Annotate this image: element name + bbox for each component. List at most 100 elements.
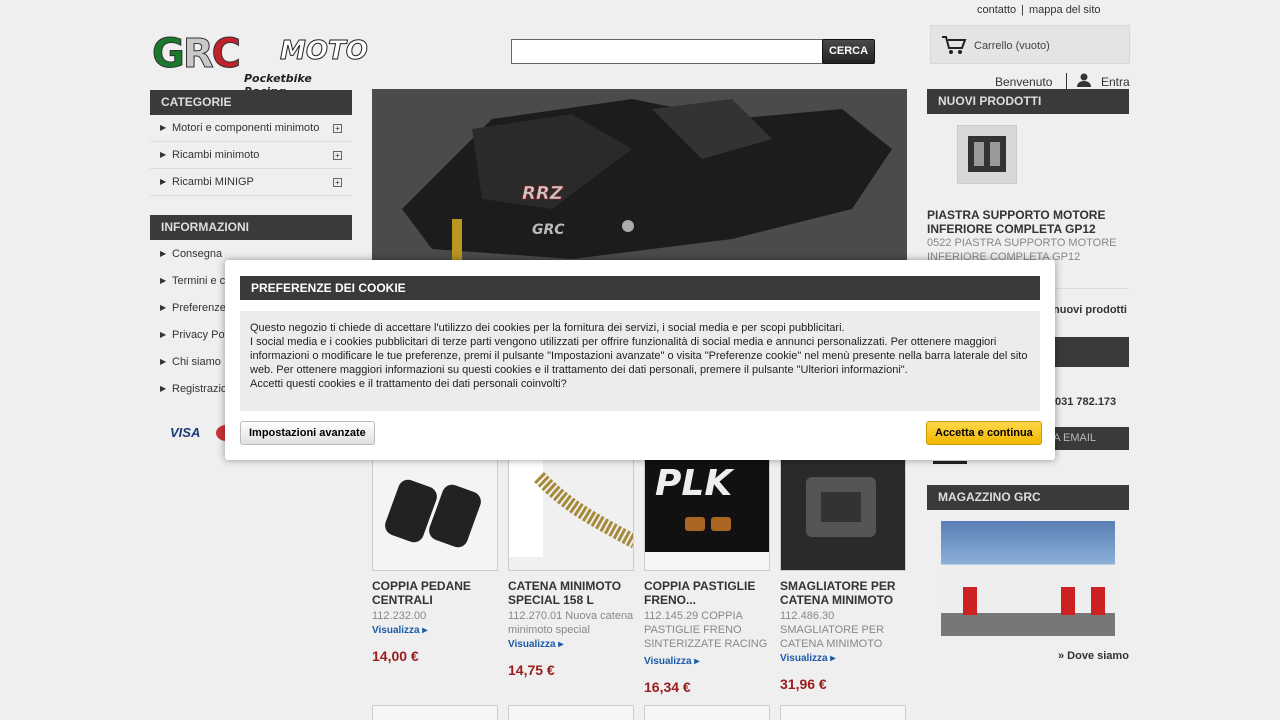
info-label: Privacy Po [172,329,225,341]
sitemap-link[interactable]: mappa del sito [1029,4,1101,16]
category-label: Motori e componenti minimoto [172,122,320,134]
product-name[interactable]: COPPIA PEDANE CENTRALI [372,579,498,607]
product-description: 112.145.29 COPPIA PASTIGLIE FRENO SINTER… [644,610,768,650]
warehouse-title: MAGAZZINO GRC [927,485,1129,510]
cart-block[interactable]: Carrello (vuoto) [930,25,1130,64]
door-shape [963,587,977,615]
info-label: Chi siamo [172,356,221,368]
arrow-right-icon: ▸ [558,639,564,650]
all-new-products-link[interactable]: nuovi prodotti [1053,304,1127,316]
arrow-right-icon: ▶ [160,276,167,285]
cookie-modal: PREFERENZE DEI COOKIE Questo negozio ti … [225,260,1055,460]
product-image[interactable] [372,446,498,571]
cookie-text: Accetti questi cookies e il trattamento … [250,378,567,390]
chain-image [509,447,633,570]
category-label: Ricambi minimoto [172,149,260,161]
info-label: Termini e c [172,275,226,287]
product-image[interactable]: PLK [644,446,770,571]
warehouse-image[interactable] [941,521,1115,636]
arrow-right-icon: ▸ [422,625,428,636]
cookie-modal-title: PREFERENZE DEI COOKIE [240,276,1040,300]
arrow-right-icon: ▸ [830,653,836,664]
category-item[interactable]: ▶ Ricambi minimoto + [150,142,352,169]
cart-icon [941,35,967,60]
arrow-right-icon: ▸ [694,656,700,667]
category-item[interactable]: ▶ Motori e componenti minimoto + [150,115,352,142]
arrow-right-icon: ▶ [160,303,167,312]
expand-icon[interactable]: + [333,178,342,187]
advanced-settings-button[interactable]: Impostazioni avanzate [240,421,375,445]
info-title: INFORMAZIONI [150,215,352,240]
categories-title: CATEGORIE [150,90,352,115]
arrow-right-icon: ▶ [160,357,167,366]
product-description: 112.270.01 Nuova catena minimoto special [508,610,634,636]
cart-label: Carrello (vuoto) [974,40,1050,52]
new-product-name[interactable]: PIASTRA SUPPORTO MOTORE INFERIORE COMPLE… [927,208,1129,236]
search-button[interactable]: CERCA [822,39,875,64]
arrow-right-icon: ▶ [160,330,167,339]
product-image[interactable] [508,705,634,720]
product-price: 31,96 € [780,676,827,692]
expand-icon[interactable]: + [333,151,342,160]
welcome-text: Benvenuto [995,75,1053,89]
arrow-right-icon: ▶ [160,123,167,132]
foot-pegs-image [373,447,497,570]
top-links: contatto | mappa del sito [977,4,1101,16]
cookie-text: Questo negozio ti chiede di accettare l'… [250,322,845,334]
where-we-are-link[interactable]: » Dove siamo [1058,650,1129,662]
expand-icon[interactable]: + [333,124,342,133]
user-icon [1077,73,1091,87]
engine-plate-image [958,126,1016,183]
view-link[interactable]: Visualizza ▸ [372,625,427,636]
product-image[interactable] [372,705,498,720]
product-name[interactable]: COPPIA PASTIGLIE FRENO... [644,579,770,607]
product-description: 112.232.00 [372,610,427,622]
door-shape [1061,587,1075,615]
category-item[interactable]: ▶ Ricambi MINIGP + [150,169,352,196]
chain-tool-image [781,447,905,570]
svg-text:PLK: PLK [655,463,735,504]
brake-pads-image: PLK [645,447,769,552]
arrow-right-icon: ▶ [160,249,167,258]
product-image[interactable] [780,446,906,571]
arrow-right-icon: ▶ [160,150,167,159]
view-link[interactable]: Visualizza ▸ [508,639,563,650]
search-input[interactable] [511,39,823,64]
info-label: Registrazio [172,383,228,395]
logo-letters: GRC [152,31,242,77]
product-image[interactable] [508,446,634,571]
hero-banner[interactable]: RRZ GRC [372,89,907,269]
view-link[interactable]: Visualizza ▸ [644,656,699,667]
new-products-title: NUOVI PRODOTTI [927,89,1129,114]
svg-text:GRC: GRC [532,222,565,238]
accept-button[interactable]: Accetta e continua [926,421,1042,445]
view-link[interactable]: Visualizza ▸ [780,653,835,664]
product-image[interactable] [780,705,906,720]
divider [1066,73,1067,89]
contact-link[interactable]: contatto [977,4,1016,16]
info-label: Consegna [172,248,223,260]
login-link[interactable]: Entra [1101,75,1130,89]
arrow-right-icon: ▶ [160,384,167,393]
logo-moto: MOTO [280,36,369,67]
motorbike-image: RRZ GRC [372,89,907,269]
product-description: 112.486.30 SMAGLIATORE PER CATENA MINIMO… [780,610,885,650]
cookie-text: I social media e i cookies pubblicitari … [250,336,1028,376]
phone-number: 031 782.173 [1055,396,1117,408]
visa-logo: VISA [170,425,201,440]
separator: | [1021,4,1024,16]
new-product-image[interactable] [957,125,1017,184]
info-label: Preferenze [172,302,226,314]
site-logo[interactable]: GRC MOTO Pocketbike Racing [152,31,369,99]
arrow-right-icon: ▶ [160,177,167,186]
product-price: 14,00 € [372,648,419,664]
product-name[interactable]: SMAGLIATORE PER CATENA MINIMOTO [780,579,906,607]
svg-text:RRZ: RRZ [522,183,564,204]
door-shape [1091,587,1105,615]
cookie-modal-body: Questo negozio ti chiede di accettare l'… [240,311,1040,411]
category-label: Ricambi MINIGP [172,176,254,188]
product-price: 16,34 € [644,679,691,695]
product-name[interactable]: CATENA MINIMOTO SPECIAL 158 L [508,579,634,607]
product-price: 14,75 € [508,662,555,678]
product-image[interactable] [644,705,770,720]
